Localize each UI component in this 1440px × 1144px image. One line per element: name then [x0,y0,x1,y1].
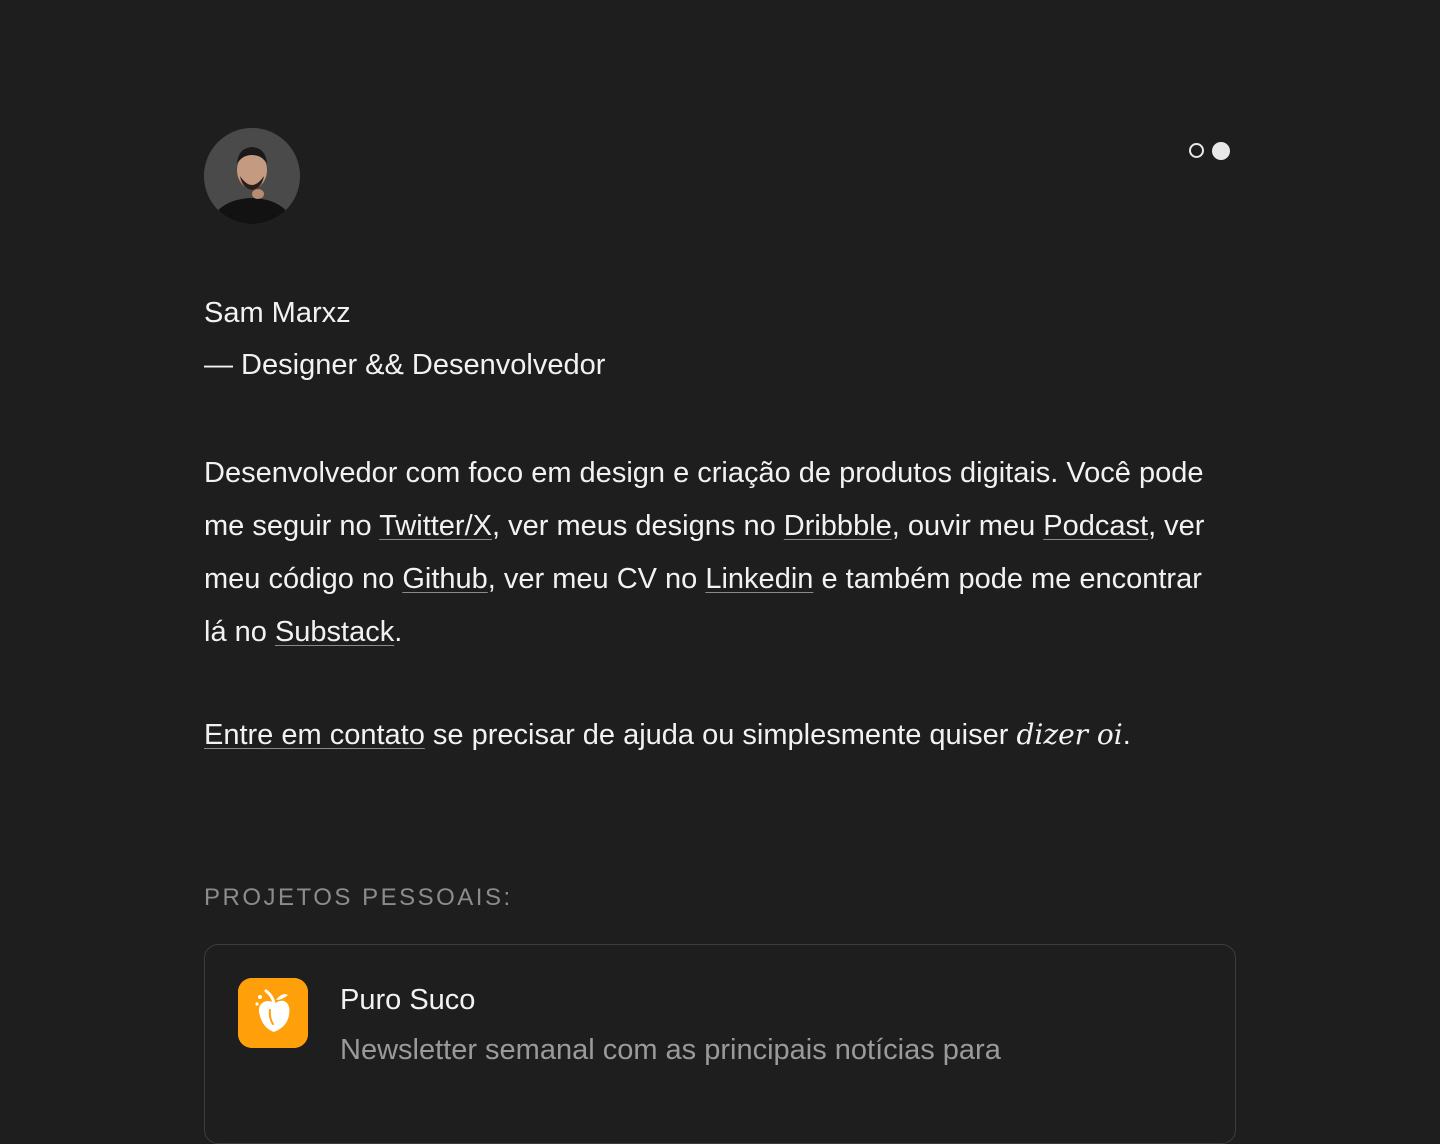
bio-paragraph: Desenvolvedor com foco em design e criaç… [204,447,1214,659]
contact-italic: dizer oi [1016,718,1123,751]
theme-toggle[interactable] [1189,142,1230,160]
bio-text: , ouvir meu [891,510,1044,542]
contact-link[interactable]: Entre em contato [204,719,425,751]
twitter-link[interactable]: Twitter/X [379,510,492,542]
dark-mode-dot-icon[interactable] [1212,142,1230,160]
bio-text: , ver meu CV no [487,563,706,595]
bio-text: , ver meus designs no [492,510,784,542]
substack-link[interactable]: Substack [275,616,394,648]
linkedin-link[interactable]: Linkedin [705,563,813,595]
bio-text: . [394,616,403,648]
profile-role: — Designer && Desenvolvedor [204,349,606,381]
contact-paragraph: Entre em contato se precisar de ajuda ou… [204,711,1236,759]
light-mode-dot-icon[interactable] [1189,143,1204,158]
project-card[interactable]: Puro Suco Newsletter semanal com as prin… [204,944,1236,1144]
project-description: Newsletter semanal com as principais not… [340,1034,1001,1066]
podcast-link[interactable]: Podcast [1043,510,1148,542]
projects-section-label: PROJETOS PESSOAIS: [204,884,513,911]
github-link[interactable]: Github [402,563,487,595]
project-title: Puro Suco [340,984,476,1016]
contact-text: se precisar de ajuda ou simplesmente qui… [424,719,1017,751]
profile-photo [204,128,300,224]
profile-name: Sam Marxz [204,297,351,329]
orange-fruit-icon [238,978,308,1048]
contact-end: . [1122,719,1131,751]
dribbble-link[interactable]: Dribbble [784,510,892,542]
avatar [204,128,300,224]
